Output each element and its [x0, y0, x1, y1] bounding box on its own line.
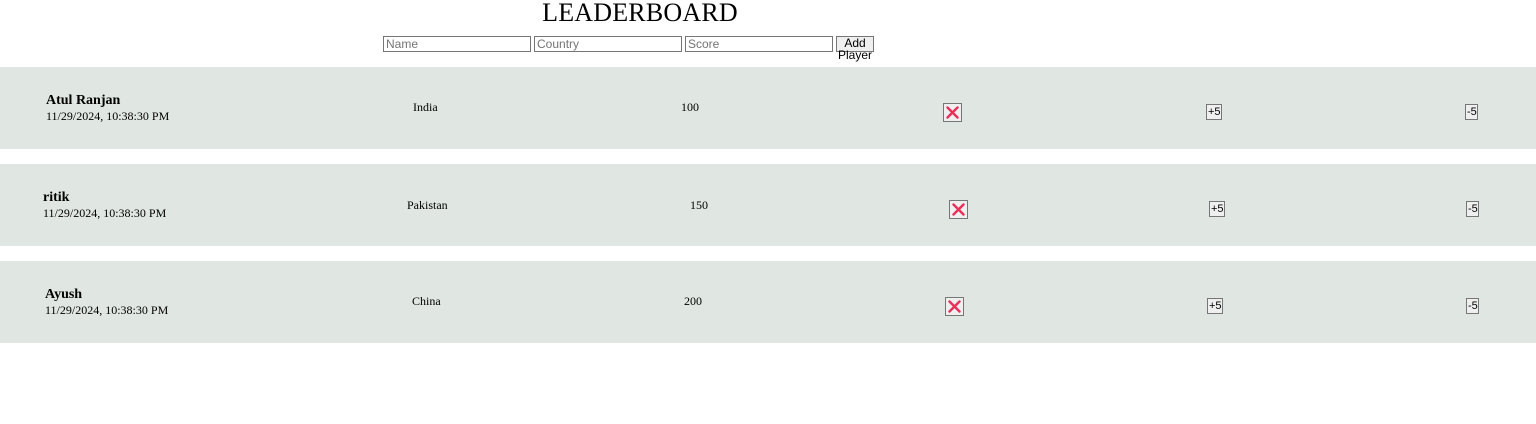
name-input[interactable] [383, 36, 531, 52]
player-country: India [413, 100, 438, 114]
player-country: China [412, 294, 441, 308]
player-country: Pakistan [407, 198, 448, 212]
country-input[interactable] [534, 36, 682, 52]
leaderboard-list: Atul Ranjan 11/29/2024, 10:38:30 PM Indi… [0, 67, 1536, 358]
player-name: Atul Ranjan [46, 93, 121, 108]
subtract-5-button[interactable]: -5 [1466, 201, 1479, 217]
add-5-button[interactable]: +5 [1206, 104, 1222, 120]
player-date: 11/29/2024, 10:38:30 PM [45, 303, 169, 317]
add-player-button[interactable]: Add Player [836, 36, 875, 61]
player-name: ritik [43, 190, 70, 205]
subtract-5-button[interactable]: -5 [1466, 298, 1479, 314]
add-5-button[interactable]: +5 [1209, 201, 1225, 217]
player-row: Atul Ranjan 11/29/2024, 10:38:30 PM Indi… [0, 67, 1536, 149]
player-row: Ayush 11/29/2024, 10:38:30 PM China 200 … [0, 261, 1536, 343]
add-5-button[interactable]: +5 [1207, 298, 1223, 314]
close-icon [946, 106, 959, 119]
player-date: 11/29/2024, 10:38:30 PM [46, 109, 170, 123]
delete-player-button[interactable] [943, 103, 962, 122]
player-score: 200 [684, 294, 702, 308]
player-date: 11/29/2024, 10:38:30 PM [43, 206, 167, 220]
page-title: LEADERBOARD [542, 0, 738, 27]
subtract-5-button[interactable]: -5 [1465, 104, 1478, 120]
close-icon [952, 203, 965, 216]
player-score: 150 [690, 198, 708, 212]
delete-player-button[interactable] [945, 297, 964, 316]
close-icon [948, 300, 961, 313]
player-row: ritik 11/29/2024, 10:38:30 PM Pakistan 1… [0, 164, 1536, 246]
score-input[interactable] [685, 36, 833, 52]
player-name: Ayush [45, 287, 83, 302]
delete-player-button[interactable] [949, 200, 968, 219]
player-score: 100 [681, 100, 699, 114]
